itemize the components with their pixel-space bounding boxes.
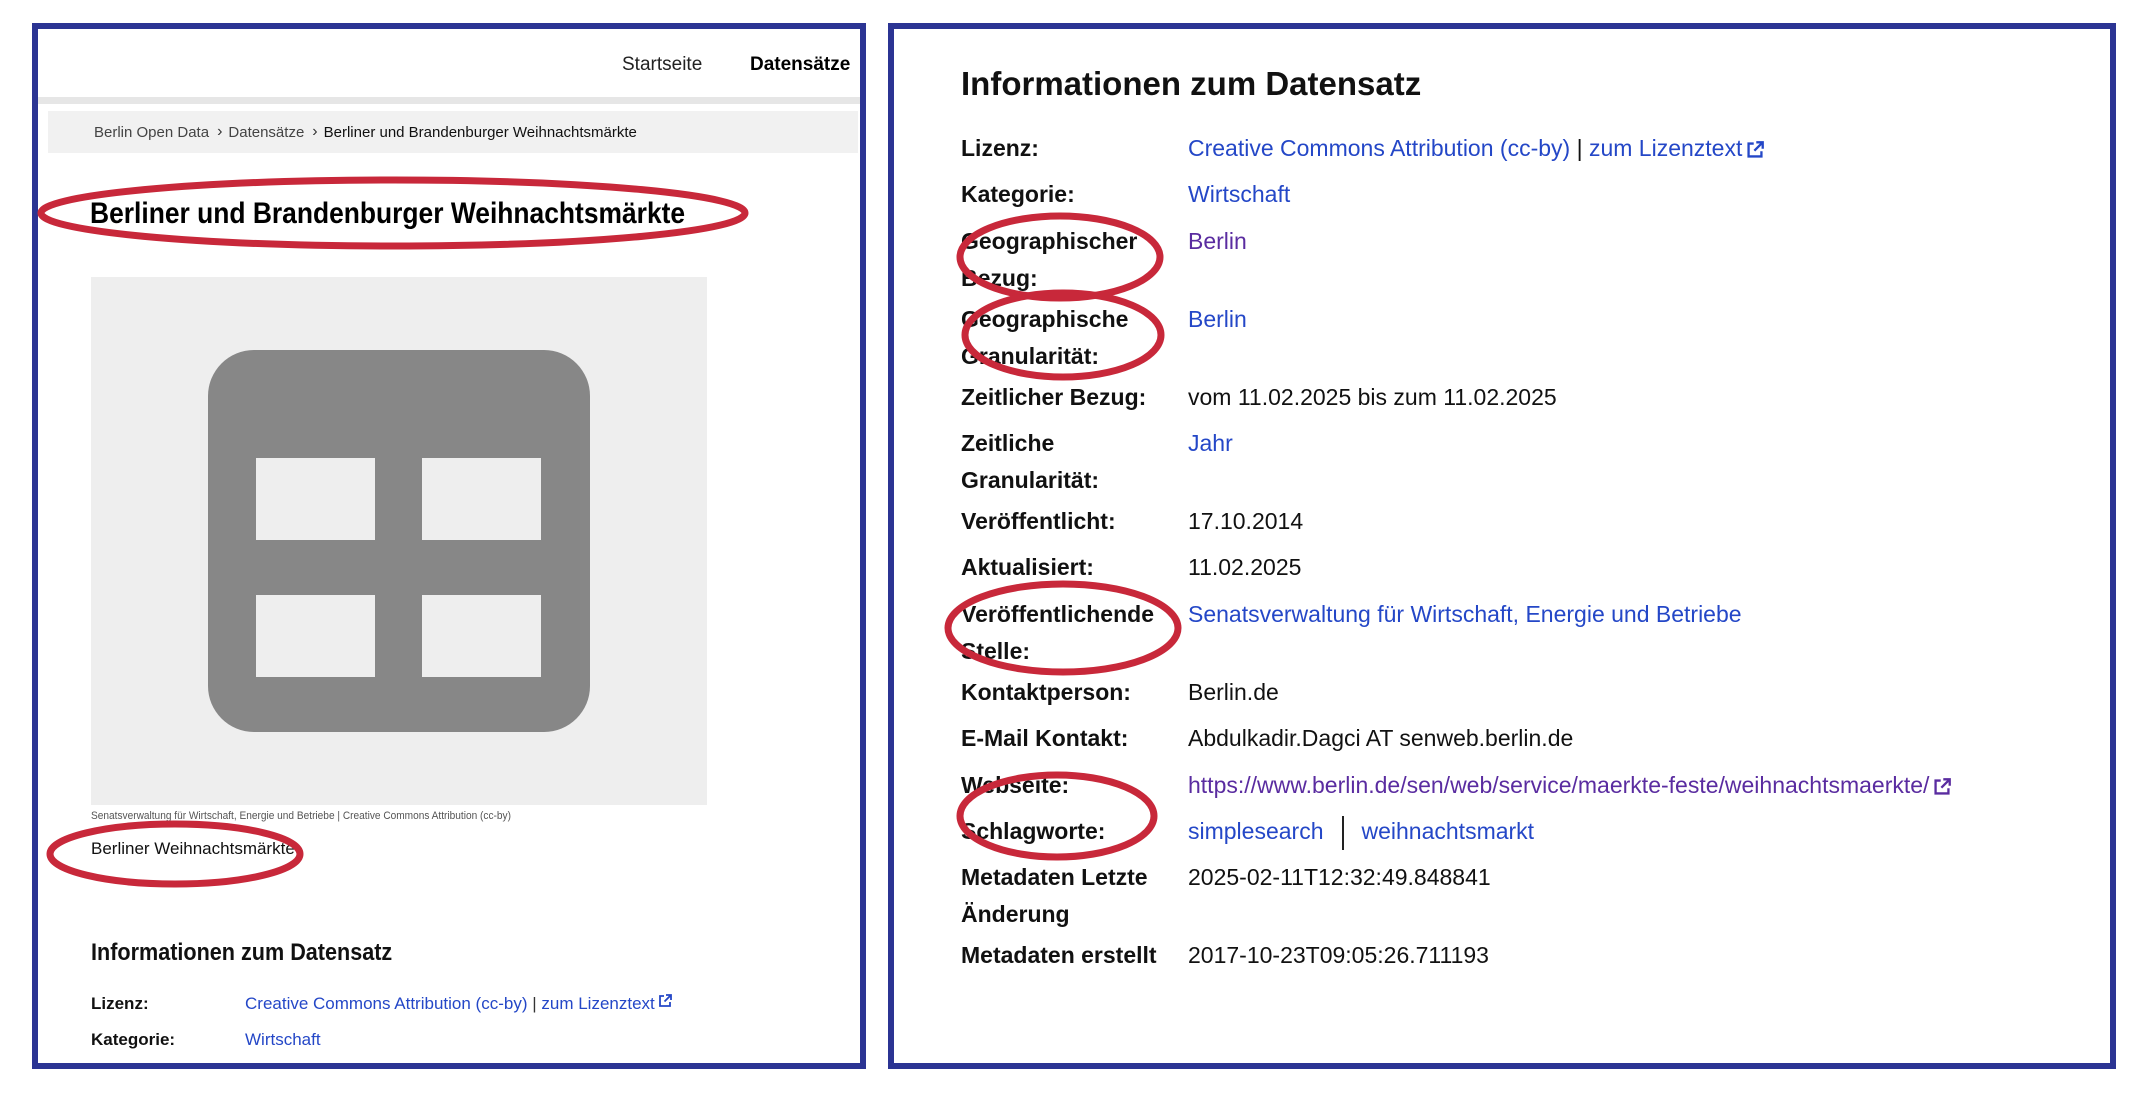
dataset-page-panel: Startseite Datensätze Berlin Open Data ›… — [32, 23, 866, 1069]
thumbnail-caption: Senatsverwaltung für Wirtschaft, Energie… — [91, 810, 511, 822]
dataset-info-panel: Informationen zum Datensatz Lizenz: Crea… — [888, 23, 2116, 1069]
category-link[interactable]: Wirtschaft — [1188, 176, 1290, 213]
info-value-license: Creative Commons Attribution (cc-by) | z… — [1188, 130, 1765, 170]
info-label: Lizenz: — [91, 994, 149, 1013]
metadata-created-value: 2017-10-23T09:05:26.711193 — [1188, 942, 1489, 968]
info-label-updated: Aktualisiert: — [961, 554, 1094, 580]
publisher-link[interactable]: Senatsverwaltung für Wirtschaft, Energie… — [1188, 596, 1742, 633]
info-label-publisher: Veröffentlichende Stelle: — [961, 601, 1154, 664]
license-text-link[interactable]: zum Lizenztext — [541, 994, 654, 1013]
breadcrumb-item-home[interactable]: Berlin Open Data — [94, 124, 209, 141]
geo-granularity-link[interactable]: Berlin — [1188, 301, 1247, 338]
separator: | — [532, 994, 537, 1013]
email-value: Abdulkadir.Dagci AT senweb.berlin.de — [1188, 725, 1574, 751]
info-label-temporal-granularity: Zeitliche Granularität: — [961, 430, 1100, 493]
section-heading: Informationen zum Datensatz — [91, 939, 393, 966]
geo-reference-link[interactable]: Berlin — [1188, 223, 1247, 260]
info-label-metadata-created: Metadaten erstellt — [961, 942, 1157, 968]
info-label-geo-reference: Geographischer Bezug: — [961, 228, 1138, 291]
keywords-value: simplesearch weihnachtsmarkt — [1188, 813, 1534, 850]
dataset-thumbnail — [91, 277, 707, 805]
separator: | — [1576, 135, 1583, 161]
top-navigation: Startseite Datensätze — [38, 29, 860, 104]
tag-divider — [1341, 815, 1344, 850]
info-label: Kategorie: — [91, 1030, 176, 1049]
license-text-link[interactable]: zum Lizenztext — [1589, 135, 1742, 161]
temporal-granularity-link[interactable]: Jahr — [1188, 425, 1233, 462]
info-label-email: E-Mail Kontakt: — [961, 725, 1129, 751]
breadcrumb-item-datasets[interactable]: Datensätze — [228, 124, 304, 141]
info-value: Creative Commons Attribution (cc-by) | z… — [245, 994, 672, 1014]
keyword-link[interactable]: weihnachtsmarkt — [1362, 818, 1535, 844]
nav-link-home[interactable]: Startseite — [622, 54, 702, 76]
license-link[interactable]: Creative Commons Attribution (cc-by) — [1188, 135, 1570, 161]
info-label-temporal-reference: Zeitlicher Bezug: — [961, 384, 1147, 410]
nav-link-datasets[interactable]: Datensätze — [750, 54, 850, 76]
external-link-icon — [655, 994, 672, 1013]
category-link[interactable]: Wirtschaft — [245, 1030, 321, 1050]
website-link[interactable]: https://www.berlin.de/sen/web/service/ma… — [1188, 772, 1929, 798]
info-label-contact-person: Kontaktperson: — [961, 679, 1131, 705]
website-value: https://www.berlin.de/sen/web/service/ma… — [1188, 767, 1952, 807]
info-label-website: Webseite: — [961, 772, 1070, 798]
section-heading: Informationen zum Datensatz — [961, 65, 1422, 102]
license-link[interactable]: Creative Commons Attribution (cc-by) — [245, 994, 527, 1013]
chevron-right-icon: › — [312, 123, 318, 140]
temporal-reference-value: vom 11.02.2025 bis zum 11.02.2025 — [1188, 384, 1557, 410]
resource-link[interactable]: Berliner Weihnachtsmärkte — [91, 839, 295, 859]
updated-value: 11.02.2025 — [1188, 554, 1302, 580]
breadcrumb: Berlin Open Data › Datensätze › Berliner… — [48, 111, 858, 153]
info-label-published: Veröffentlicht: — [961, 508, 1116, 534]
info-label-category: Kategorie: — [961, 181, 1075, 207]
breadcrumb-item-current: Berliner und Brandenburger Weihnachtsmär… — [323, 123, 637, 141]
external-link-icon — [1933, 770, 1952, 807]
external-link-icon — [1746, 133, 1765, 170]
chevron-right-icon: › — [217, 123, 223, 140]
metadata-modified-value: 2025-02-11T12:32:49.848841 — [1188, 864, 1491, 890]
info-label-geo-granularity: Geographische Granularität: — [961, 306, 1129, 369]
contact-person-value: Berlin.de — [1188, 679, 1279, 705]
published-value: 17.10.2014 — [1188, 508, 1304, 534]
keyword-link[interactable]: simplesearch — [1188, 818, 1324, 844]
info-label-metadata-modified: Metadaten Letzte Änderung — [961, 864, 1148, 927]
info-label-keywords: Schlagworte: — [961, 818, 1106, 844]
info-label-license: Lizenz: — [961, 135, 1039, 161]
page-title: Berliner und Brandenburger Weihnachtsmär… — [90, 197, 686, 230]
table-icon — [208, 350, 590, 732]
